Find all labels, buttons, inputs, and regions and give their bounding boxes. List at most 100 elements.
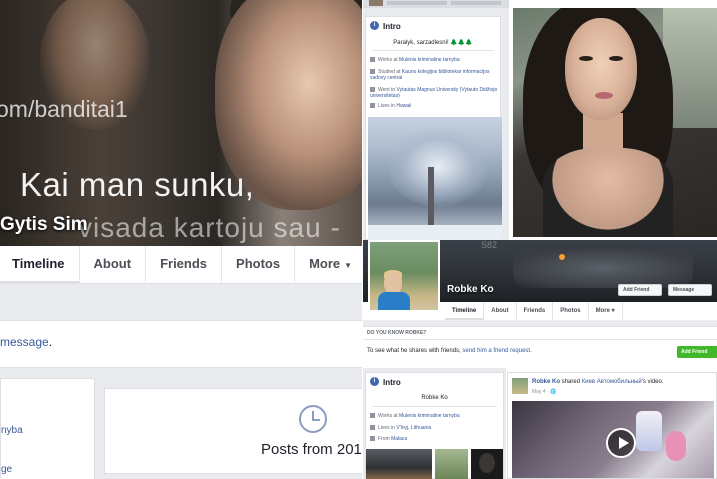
add-friend-label: Add Friend [623, 287, 650, 293]
intro-card: nyba ge [0, 378, 95, 479]
snow-ground [368, 225, 502, 240]
top-nav-bar [363, 0, 509, 8]
profile-name[interactable]: Gytis Sim [0, 214, 88, 236]
caret-down-icon: ▼ [344, 261, 353, 270]
intro-card: i Intro Robke Ko Works at Mulenis krimin… [365, 372, 504, 479]
row-link[interactable]: Mulenis kriminaline tarnyba [399, 57, 460, 63]
posts-card: Posts from 2017 [104, 388, 362, 474]
add-friend-green-button[interactable]: Add Friend [677, 346, 717, 358]
tab-timeline[interactable]: Timeline [445, 302, 485, 320]
tab-more[interactable]: More ▾ [589, 302, 623, 320]
intro-row-studied: Studied at Kauno kolegijos bibliotekar i… [370, 69, 498, 81]
profile-picture[interactable] [368, 240, 440, 312]
intro-row-work: Works at Mulenis kriminaline tarnyba [370, 413, 502, 419]
message-link[interactable]: message [0, 335, 49, 349]
tab-about[interactable]: About [484, 302, 517, 320]
briefcase-icon [370, 57, 375, 62]
send-friend-request-link[interactable]: send him a friend request [462, 348, 530, 354]
profile-tabs: Timeline About Friends Photos More ▼ [0, 246, 362, 284]
avatar-shirt [378, 292, 410, 310]
post-source-page[interactable]: Киев Автомобильный [582, 379, 642, 385]
row-prefix: Works at [378, 413, 398, 419]
tab-about[interactable]: About [80, 246, 147, 284]
tree-trunk [428, 167, 434, 227]
photo-thumbnail[interactable] [366, 449, 432, 479]
dyk-text: To see what he shares with friends, send… [367, 348, 532, 354]
row-prefix: Works at [378, 57, 398, 63]
post-header: Robke Ko shared Киев Автомобильный's vid… [532, 379, 664, 385]
photo-thumbnail[interactable] [471, 449, 503, 479]
row-link[interactable]: Mulenis kriminaline tarnyba [399, 413, 460, 419]
divider [372, 50, 494, 51]
photo-thumbnail[interactable] [435, 449, 468, 479]
row-link[interactable]: Hawaii [396, 103, 411, 109]
clock-icon [299, 405, 327, 433]
briefcase-icon [370, 413, 375, 418]
shared-video-post: Robke Ko shared Киев Автомобильный's vid… [507, 372, 717, 479]
nav-placeholder [387, 1, 447, 5]
video-thumbnail[interactable] [512, 401, 714, 478]
cover-quote-line2: visada kartoju sau - [78, 212, 341, 243]
divider [363, 339, 717, 340]
cover-quote-line1: Kai man sunku, [20, 166, 255, 203]
tab-timeline[interactable]: Timeline [0, 246, 80, 284]
intro-bio: Paralyk, sarzadlesni! 🌲🌲🌲 [393, 40, 473, 46]
cover-photo[interactable] [0, 0, 362, 246]
caret-down-icon: ▾ [611, 308, 615, 314]
tab-more-label: More [595, 308, 610, 314]
intro-bio: Robke Ko [421, 395, 448, 401]
message-button[interactable]: Message [668, 284, 712, 296]
cover-url-text: om/banditai1 [0, 96, 128, 122]
intro-row-work: Works at Mulenis kriminaline tarnyba [370, 57, 498, 63]
add-friend-button[interactable]: Add Friend [618, 284, 662, 296]
play-icon[interactable] [606, 428, 636, 458]
tab-photos[interactable]: Photos [553, 302, 589, 320]
intro-row-lives: Lives in V'lnyj, Lithuania [370, 425, 502, 431]
globe-icon: i [370, 377, 379, 386]
avatar [369, 0, 383, 6]
intro-title: Intro [383, 22, 401, 31]
robke-profile-screenshot: S82 Robke Ko Add Friend Message Timeline… [363, 240, 717, 365]
intro-screenshot-bottom: i Intro Robke Ko Works at Mulenis krimin… [363, 368, 506, 479]
row-prefix: Lives in [378, 103, 395, 109]
video-object [666, 431, 686, 461]
license-plate-text: S82 [481, 240, 498, 250]
message-label: Message [673, 287, 695, 293]
silhouette [479, 453, 495, 473]
message-prompt: message. [0, 320, 362, 368]
intro-line-workplace[interactable]: nyba [1, 425, 23, 436]
video-object [636, 411, 662, 451]
post-timestamp[interactable]: May 4 · 🌐 [532, 389, 556, 395]
house-icon [370, 103, 375, 108]
intro-screenshot-top: i Intro Paralyk, sarzadlesni! 🌲🌲🌲 Works … [363, 0, 509, 240]
post-author[interactable]: Robke Ko [532, 379, 560, 385]
row-prefix: From [378, 436, 390, 442]
lips [595, 92, 613, 99]
message-prompt-text: message. [0, 335, 52, 349]
tab-photos[interactable]: Photos [222, 246, 296, 284]
right-eye [609, 56, 623, 61]
avatar-head [384, 272, 402, 294]
tab-more[interactable]: More ▼ [295, 246, 362, 284]
car-shape [513, 248, 693, 288]
avatar[interactable] [512, 378, 528, 394]
intro-row-went: Went to Vytautas Magnus University (Vyta… [370, 87, 498, 99]
profile-name[interactable]: Robke Ko [447, 284, 494, 295]
intro-line-college[interactable]: ge [1, 464, 12, 475]
profile-tabs: Timeline About Friends Photos More ▾ [445, 302, 717, 320]
globe-icon: i [370, 21, 379, 30]
graduation-cap-icon [370, 87, 375, 92]
row-link[interactable]: Malaca [391, 436, 407, 442]
dyk-text-after: . [530, 348, 532, 354]
selfie-photo[interactable] [513, 8, 717, 237]
person-face [565, 18, 637, 120]
tree-crown [388, 127, 488, 207]
posts-year-title: Posts from 2017 [261, 441, 362, 458]
car-light [559, 254, 565, 260]
post-suffix: 's video. [641, 379, 664, 385]
row-link[interactable]: V'lnyj, Lithuania [396, 425, 431, 431]
snowy-tree-photo[interactable] [368, 117, 502, 240]
tab-friends[interactable]: Friends [517, 302, 554, 320]
intro-row-from: From Malaca [370, 436, 502, 442]
tab-friends[interactable]: Friends [146, 246, 223, 284]
